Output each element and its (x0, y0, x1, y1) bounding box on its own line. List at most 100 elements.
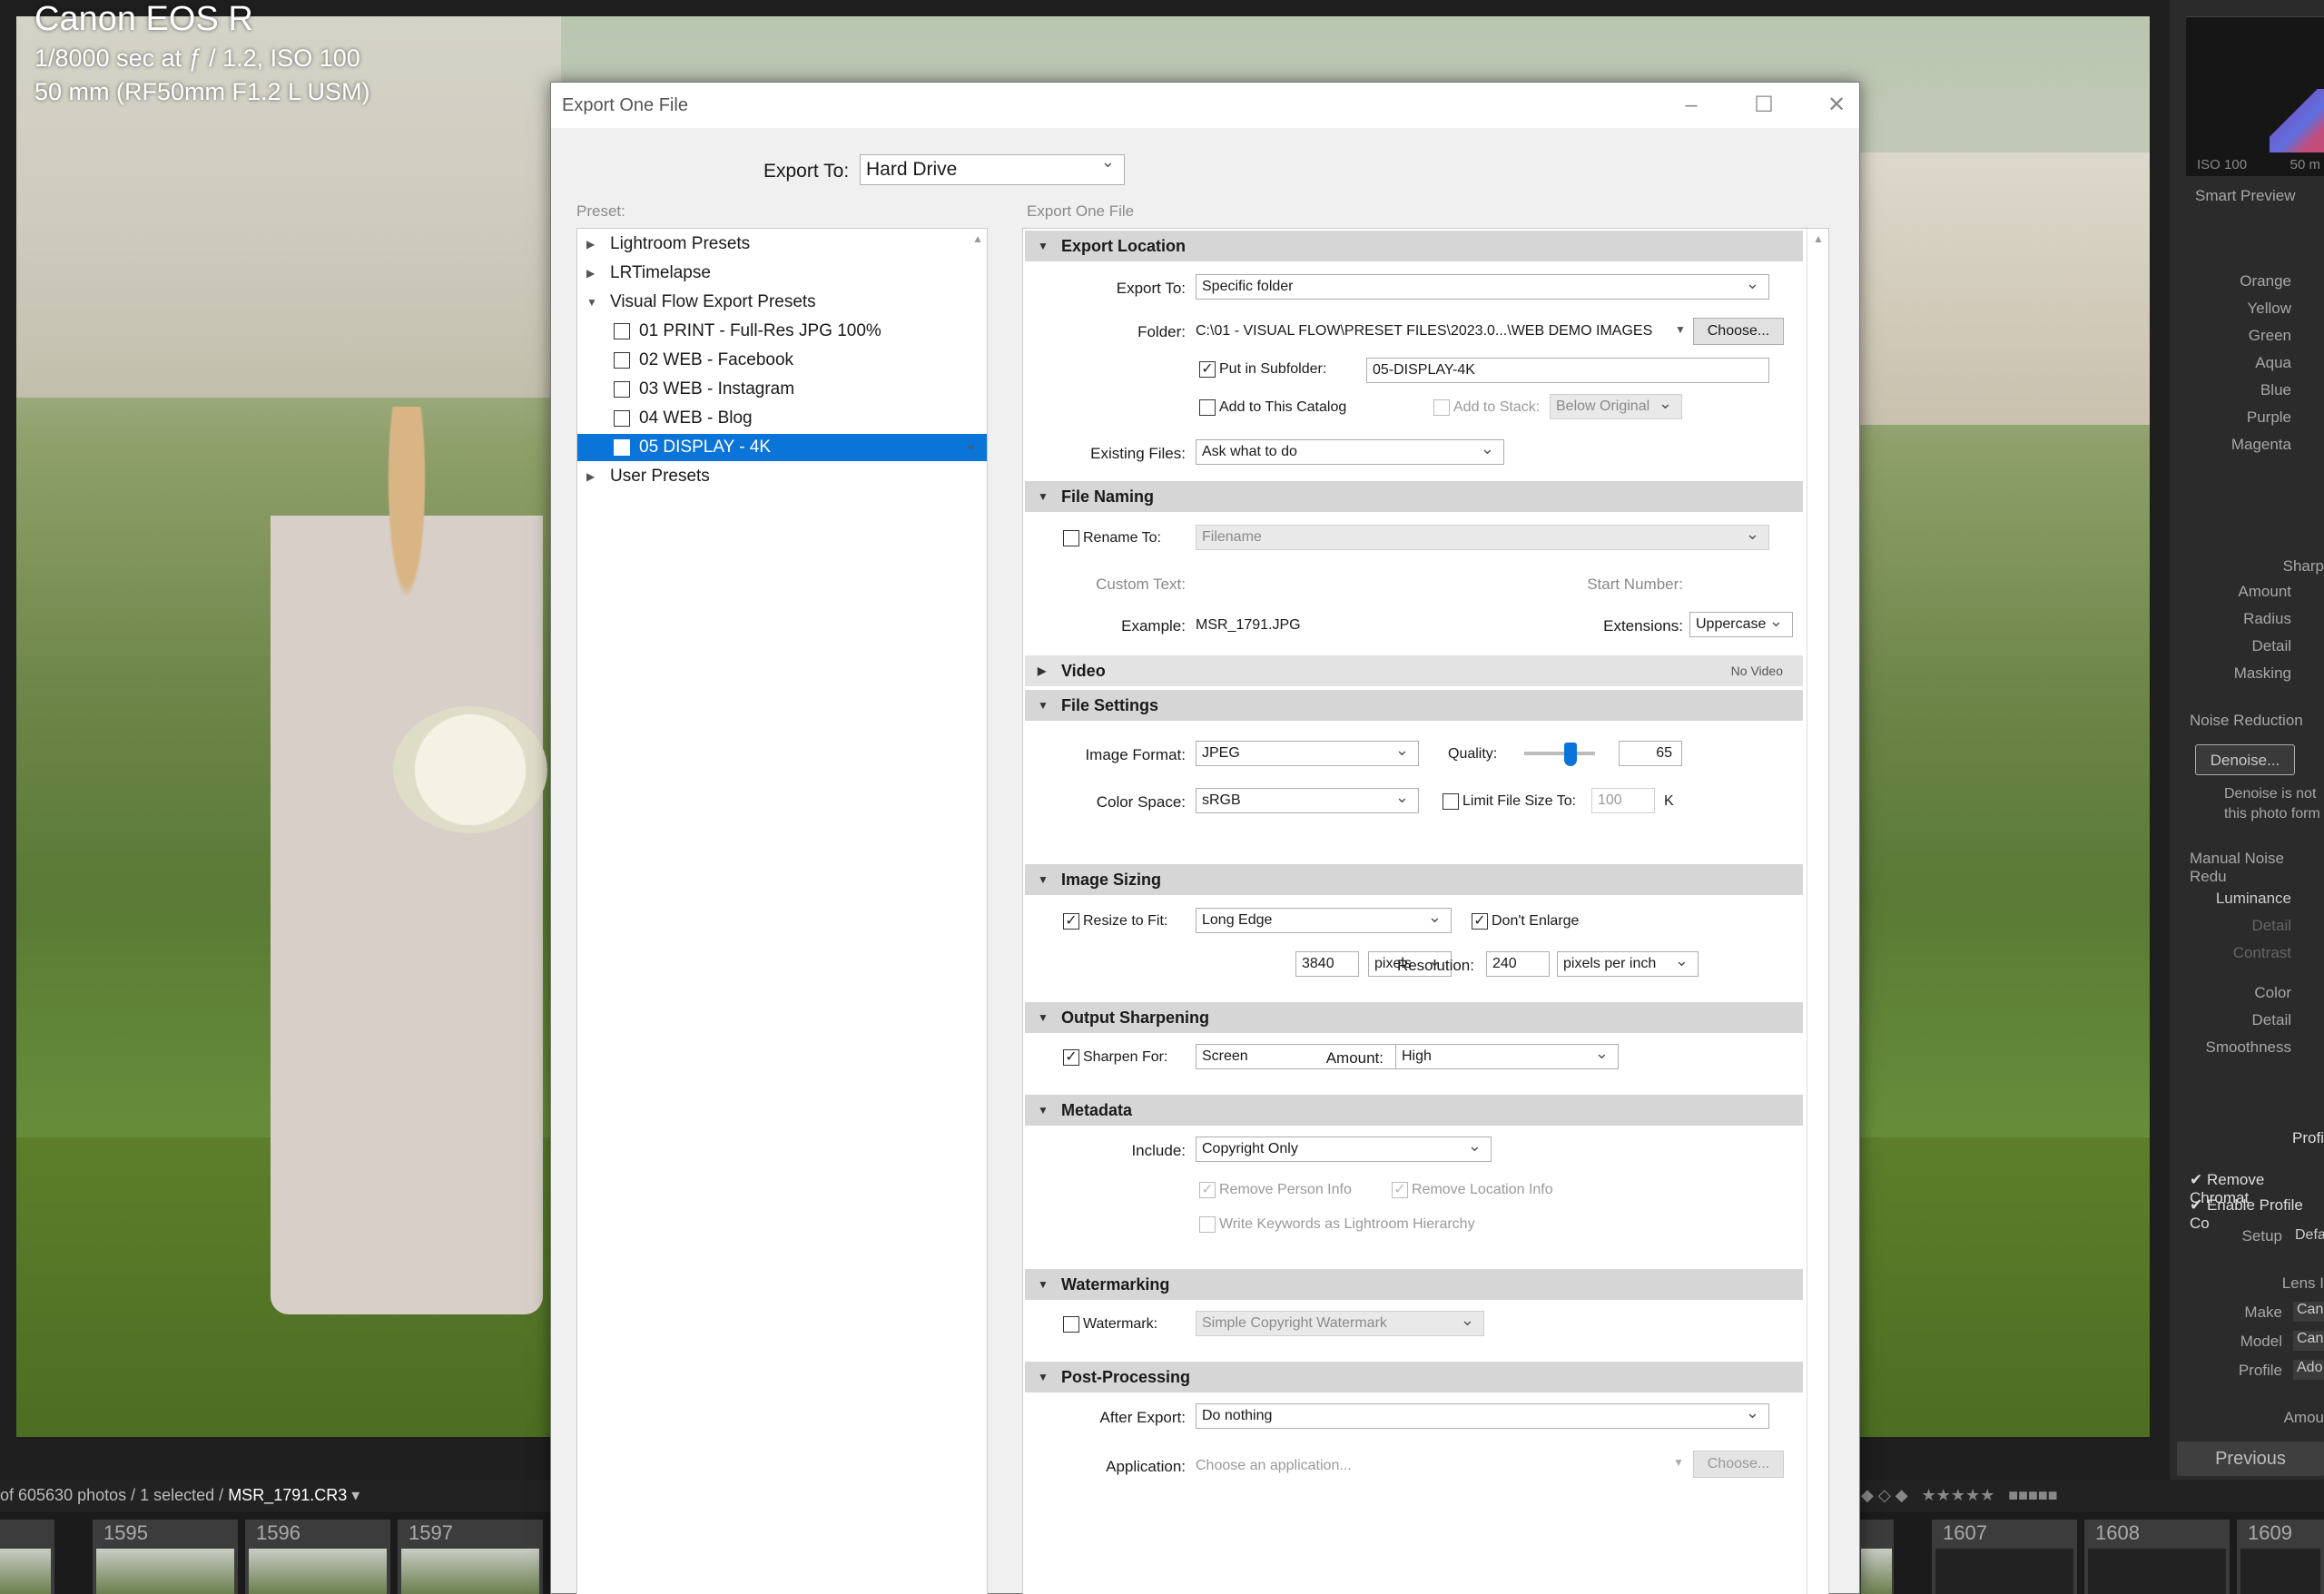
make-value[interactable]: Can (2293, 1302, 2324, 1322)
remove-location-checkbox[interactable]: ✓ (1392, 1182, 1408, 1198)
filmstrip-frame[interactable]: 1596 (245, 1520, 390, 1594)
watermark-checkbox[interactable] (1063, 1316, 1079, 1333)
collapse-icon[interactable]: ▼ (1038, 1095, 1049, 1126)
section-watermarking[interactable]: ▼ Watermarking (1025, 1269, 1803, 1300)
export-to-folder-select[interactable]: Specific folder (1196, 271, 1769, 300)
settings-scrollbar[interactable]: ▲ (1807, 229, 1828, 1594)
preset-checkbox[interactable] (614, 410, 630, 427)
quality-slider-thumb[interactable] (1563, 743, 1577, 766)
current-filename[interactable]: MSR_1791.CR3 (228, 1486, 347, 1504)
nr-smoothness: Smoothness (2205, 1038, 2292, 1056)
expand-icon[interactable]: ▶ (586, 463, 595, 490)
watermark-select[interactable]: Simple Copyright Watermark (1196, 1308, 1484, 1336)
expand-icon[interactable]: ▶ (586, 260, 595, 287)
resize-mode-select[interactable]: Long Edge (1196, 905, 1452, 933)
preset-item-selected[interactable]: 05 DISPLAY - 4K (577, 430, 987, 461)
long-edge-input[interactable]: 3840 (1295, 951, 1359, 977)
smart-preview-label[interactable]: Smart Preview (2195, 187, 2296, 205)
filmstrip-frame[interactable] (1857, 1520, 1894, 1594)
section-file-naming[interactable]: ▼ File Naming (1025, 481, 1803, 512)
section-image-sizing[interactable]: ▼ Image Sizing (1025, 864, 1803, 895)
section-video[interactable]: ▶ Video No Video (1025, 655, 1803, 686)
collapse-icon[interactable]: ▼ (586, 289, 597, 316)
preset-item[interactable]: 03 WEB - Instagram (577, 376, 987, 403)
expand-icon[interactable]: ▶ (1038, 655, 1046, 686)
sharpen-amount-select[interactable]: High (1395, 1041, 1619, 1069)
preset-item[interactable]: 01 PRINT - Full-Res JPG 100% (577, 318, 987, 345)
choose-folder-button[interactable]: Choose... (1693, 318, 1784, 345)
expand-icon[interactable]: ▶ (586, 231, 595, 258)
collapse-icon[interactable]: ▼ (1038, 1269, 1049, 1300)
metadata-include-select[interactable]: Copyright Only (1196, 1134, 1492, 1162)
setup-value[interactable]: Defa (2295, 1227, 2324, 1244)
sharpen-for-select[interactable]: Screen (1196, 1041, 1419, 1069)
resolution-unit-select[interactable]: pixels per inch (1557, 949, 1699, 977)
filmstrip-frame[interactable]: 1595 (93, 1520, 238, 1594)
limit-size-input[interactable]: 100 (1591, 788, 1655, 813)
previous-button[interactable]: Previous (2177, 1441, 2324, 1476)
preset-folder-lightroom[interactable]: ▶ Lightroom Presets (577, 231, 987, 258)
subfolder-checkbox[interactable]: ✓ (1199, 361, 1216, 378)
rename-checkbox[interactable] (1063, 530, 1079, 546)
resolution-input[interactable]: 240 (1486, 951, 1550, 977)
preset-folder-visual-flow[interactable]: ▼ Visual Flow Export Presets (577, 289, 987, 316)
stack-position-select[interactable]: Below Original (1550, 391, 1682, 419)
denoise-button[interactable]: Denoise... (2195, 744, 2295, 775)
filmstrip-frame[interactable]: 1608 (2084, 1520, 2230, 1594)
filmstrip-frame[interactable] (0, 1520, 54, 1594)
preset-checkbox[interactable] (614, 323, 630, 339)
collapse-icon[interactable]: ▼ (1038, 690, 1049, 721)
filmstrip-frame[interactable]: 1597 (398, 1520, 543, 1594)
collapse-icon[interactable]: ▼ (1038, 864, 1049, 895)
after-export-select[interactable]: Do nothing (1196, 1401, 1769, 1429)
profile-tab[interactable]: Profi (2292, 1129, 2324, 1147)
profile-value[interactable]: Ado (2293, 1360, 2324, 1380)
resize-checkbox[interactable]: ✓ (1063, 913, 1079, 930)
preset-item[interactable]: 02 WEB - Facebook (577, 347, 987, 374)
add-stack-checkbox[interactable] (1433, 399, 1450, 416)
color-space-select[interactable]: sRGB (1196, 785, 1419, 813)
filter-icons[interactable]: ◆ ◇ ◆ ★★★★★ ■■■■■ (1861, 1486, 2058, 1505)
preset-checkbox[interactable] (614, 352, 630, 369)
section-file-settings[interactable]: ▼ File Settings (1025, 690, 1803, 721)
collapse-icon[interactable]: ▼ (1038, 1002, 1049, 1033)
close-icon[interactable]: ✕ (1820, 90, 1853, 121)
image-format-select[interactable]: JPEG (1196, 738, 1419, 766)
limit-size-label: Limit File Size To: (1462, 793, 1577, 809)
section-metadata[interactable]: ▼ Metadata (1025, 1095, 1803, 1126)
folder-dropdown-icon[interactable]: ▼ (1675, 323, 1686, 336)
filmstrip-frame[interactable]: 1607 (1932, 1520, 2077, 1594)
subfolder-input[interactable]: 05-DISPLAY-4K (1366, 358, 1769, 383)
dont-enlarge-checkbox[interactable]: ✓ (1472, 913, 1488, 930)
scroll-up-icon[interactable]: ▲ (1813, 232, 1824, 245)
maximize-icon[interactable]: ☐ (1748, 90, 1780, 121)
choose-application-button[interactable]: Choose... (1693, 1451, 1784, 1478)
section-post-processing[interactable]: ▼ Post-Processing (1025, 1362, 1803, 1392)
application-dropdown-icon[interactable]: ▼ (1673, 1456, 1684, 1469)
section-export-location[interactable]: ▼ Export Location (1025, 231, 1803, 261)
preset-folder-lrtimelapse[interactable]: ▶ LRTimelapse (577, 260, 987, 287)
collapse-icon[interactable]: ▼ (1038, 1362, 1049, 1392)
quality-input[interactable]: 65 (1619, 741, 1682, 766)
add-catalog-checkbox[interactable] (1199, 399, 1216, 416)
section-output-sharpening[interactable]: ▼ Output Sharpening (1025, 1002, 1803, 1033)
filmstrip-frame[interactable]: 1609 (2237, 1520, 2324, 1594)
collapse-icon[interactable]: ▼ (1038, 231, 1049, 261)
remove-person-checkbox[interactable]: ✓ (1199, 1182, 1216, 1198)
preset-folder-user[interactable]: ▶ User Presets (577, 463, 987, 490)
sharpen-checkbox[interactable]: ✓ (1063, 1049, 1079, 1066)
minimize-icon[interactable]: – (1675, 90, 1708, 121)
quality-slider-track[interactable] (1524, 752, 1595, 755)
application-placeholder[interactable]: Choose an application... (1196, 1458, 1352, 1474)
write-keywords-checkbox[interactable] (1199, 1216, 1216, 1233)
export-to-select[interactable]: Hard Drive (860, 152, 1125, 185)
extensions-select[interactable]: Uppercase (1689, 609, 1793, 637)
preset-checkbox[interactable] (614, 439, 630, 456)
limit-size-checkbox[interactable] (1443, 793, 1459, 810)
preset-checkbox[interactable] (614, 381, 630, 398)
collapse-icon[interactable]: ▼ (1038, 481, 1049, 512)
model-value[interactable]: Can (2293, 1331, 2324, 1351)
existing-files-select[interactable]: Ask what to do (1196, 437, 1504, 465)
preset-item[interactable]: 04 WEB - Blog (577, 405, 987, 432)
rename-template-select[interactable]: Filename (1196, 522, 1769, 550)
